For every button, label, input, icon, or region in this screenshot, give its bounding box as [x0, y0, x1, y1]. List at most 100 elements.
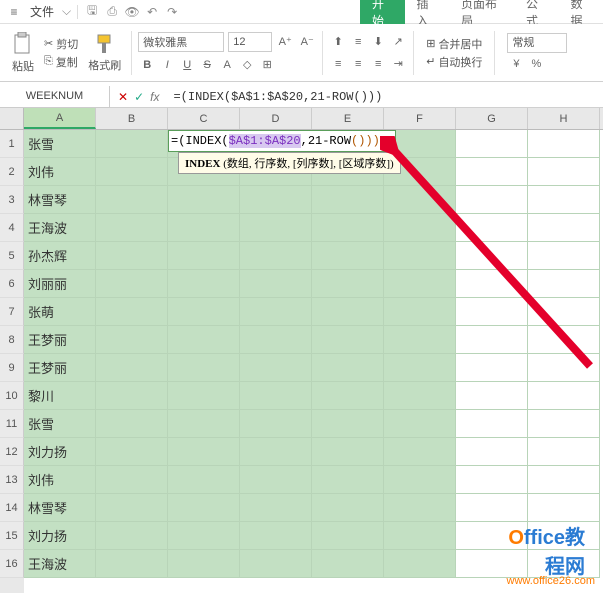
cell[interactable]: [312, 522, 384, 550]
cell[interactable]: [240, 494, 312, 522]
col-header-G[interactable]: G: [456, 108, 528, 129]
cell[interactable]: [240, 438, 312, 466]
cell[interactable]: [168, 270, 240, 298]
row-header[interactable]: 12: [0, 438, 24, 466]
align-left-icon[interactable]: ≡: [329, 55, 347, 73]
row-header[interactable]: 10: [0, 382, 24, 410]
cell[interactable]: [96, 550, 168, 578]
row-header[interactable]: 11: [0, 410, 24, 438]
cell[interactable]: [168, 466, 240, 494]
row-header[interactable]: 6: [0, 270, 24, 298]
number-format-select[interactable]: 常规: [507, 33, 567, 53]
cell[interactable]: [312, 354, 384, 382]
copy-button[interactable]: ⎘复制: [44, 54, 78, 70]
cell[interactable]: [240, 550, 312, 578]
orientation-icon[interactable]: ↗: [389, 33, 407, 51]
select-all-corner[interactable]: [0, 108, 24, 130]
cell[interactable]: [240, 242, 312, 270]
cell[interactable]: 刘伟: [24, 466, 96, 494]
bold-button[interactable]: B: [138, 56, 156, 74]
cell[interactable]: 刘力扬: [24, 438, 96, 466]
cell[interactable]: [312, 494, 384, 522]
italic-button[interactable]: I: [158, 56, 176, 74]
cell[interactable]: [312, 410, 384, 438]
fx-icon[interactable]: fx: [150, 90, 159, 104]
font-name-select[interactable]: 微软雅黑: [138, 32, 224, 52]
cell[interactable]: 林雪琴: [24, 494, 96, 522]
cell[interactable]: [96, 242, 168, 270]
cell[interactable]: [456, 382, 528, 410]
increase-font-icon[interactable]: A⁺: [276, 33, 294, 51]
cell[interactable]: [240, 382, 312, 410]
align-middle-icon[interactable]: ≡: [349, 33, 367, 51]
cell[interactable]: [456, 494, 528, 522]
cell[interactable]: [528, 494, 600, 522]
cut-button[interactable]: ✂剪切: [44, 36, 78, 52]
cell[interactable]: [384, 522, 456, 550]
row-header[interactable]: 2: [0, 158, 24, 186]
cell[interactable]: [312, 214, 384, 242]
col-header-E[interactable]: E: [312, 108, 384, 129]
cell[interactable]: [96, 410, 168, 438]
paste-icon[interactable]: [12, 32, 34, 56]
cell[interactable]: 王海波: [24, 214, 96, 242]
cell[interactable]: [96, 158, 168, 186]
cell[interactable]: [456, 410, 528, 438]
formula-input[interactable]: =(INDEX($A$1:$A$20,21-ROW())): [167, 90, 603, 104]
col-header-A[interactable]: A: [24, 108, 96, 129]
cell[interactable]: [96, 270, 168, 298]
row-header[interactable]: 13: [0, 466, 24, 494]
cell[interactable]: [312, 550, 384, 578]
align-center-icon[interactable]: ≡: [349, 55, 367, 73]
cell[interactable]: [96, 466, 168, 494]
cell[interactable]: [384, 494, 456, 522]
cell[interactable]: [96, 354, 168, 382]
cell[interactable]: 张雪: [24, 130, 96, 158]
cell[interactable]: [168, 298, 240, 326]
underline-button[interactable]: U: [178, 56, 196, 74]
cell[interactable]: [456, 466, 528, 494]
cell[interactable]: [240, 522, 312, 550]
active-cell-editor[interactable]: =(INDEX($A$1:$A$20,21-ROW())): [168, 130, 396, 152]
font-size-select[interactable]: 12: [228, 32, 272, 52]
cell[interactable]: [168, 410, 240, 438]
cell[interactable]: [96, 494, 168, 522]
cell[interactable]: 林雪琴: [24, 186, 96, 214]
cell[interactable]: 王海波: [24, 550, 96, 578]
cell[interactable]: [240, 410, 312, 438]
cell[interactable]: [312, 270, 384, 298]
cell[interactable]: 张雪: [24, 410, 96, 438]
row-header[interactable]: 4: [0, 214, 24, 242]
wrap-button[interactable]: ↵自动换行: [426, 54, 482, 70]
font-color-button[interactable]: A: [218, 56, 236, 74]
name-box[interactable]: WEEKNUM: [0, 86, 110, 108]
cell[interactable]: [528, 382, 600, 410]
cell[interactable]: [168, 354, 240, 382]
cell[interactable]: [96, 326, 168, 354]
cell[interactable]: [312, 298, 384, 326]
cell[interactable]: 刘力扬: [24, 522, 96, 550]
cell[interactable]: [528, 410, 600, 438]
cell[interactable]: 刘丽丽: [24, 270, 96, 298]
cell[interactable]: [96, 522, 168, 550]
cell[interactable]: [168, 438, 240, 466]
decrease-font-icon[interactable]: A⁻: [298, 33, 316, 51]
cell[interactable]: [168, 214, 240, 242]
cell[interactable]: [168, 494, 240, 522]
cell[interactable]: [312, 466, 384, 494]
col-header-H[interactable]: H: [528, 108, 600, 129]
cell[interactable]: [384, 466, 456, 494]
cell[interactable]: [312, 438, 384, 466]
indent-icon[interactable]: ⇥: [389, 55, 407, 73]
cell[interactable]: [96, 298, 168, 326]
cell[interactable]: [528, 438, 600, 466]
cell[interactable]: 王梦丽: [24, 326, 96, 354]
cell[interactable]: [240, 326, 312, 354]
cell[interactable]: [312, 242, 384, 270]
border-button[interactable]: ⊞: [258, 56, 276, 74]
cell[interactable]: 孙杰辉: [24, 242, 96, 270]
col-header-F[interactable]: F: [384, 108, 456, 129]
cell[interactable]: [168, 382, 240, 410]
fill-color-button[interactable]: ◇: [238, 56, 256, 74]
row-header[interactable]: 5: [0, 242, 24, 270]
